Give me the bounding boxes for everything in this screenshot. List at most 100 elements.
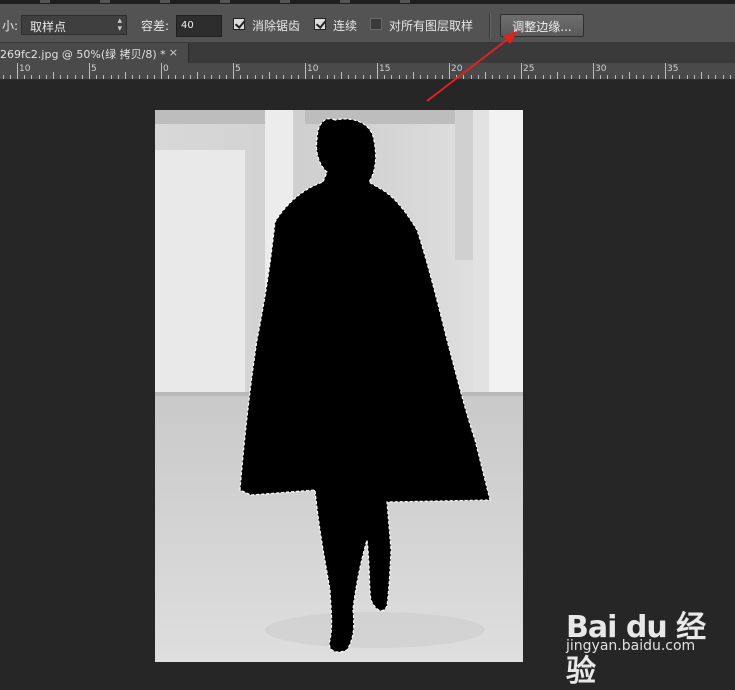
ruler-minor-tick (369, 75, 371, 79)
ruler-minor-tick (67, 75, 69, 79)
ruler-minor-tick (485, 72, 486, 79)
ruler-minor-tick (470, 75, 472, 79)
ruler-minor-tick (240, 75, 242, 79)
ruler-minor-tick (81, 75, 83, 79)
ruler-label: 10 (19, 64, 31, 74)
tolerance-label: 容差: (141, 19, 170, 33)
ruler-minor-tick (362, 75, 364, 79)
ruler-minor-tick (492, 75, 494, 79)
ruler-minor-tick (110, 75, 112, 79)
ruler-minor-tick (549, 75, 551, 79)
ruler-major-tick (233, 63, 234, 79)
ruler-minor-tick (38, 75, 40, 79)
ruler-minor-tick (715, 75, 717, 79)
ruler-minor-tick (96, 75, 98, 79)
ruler-minor-tick (535, 75, 537, 79)
ruler-minor-tick (283, 75, 285, 79)
ruler-major-tick (89, 63, 90, 79)
contiguous-label: 连续 (333, 19, 358, 33)
ruler-minor-tick (629, 72, 630, 79)
anti-alias-checkbox[interactable] (233, 18, 245, 30)
document-tab-bar: 269fc2.jpg @ 50%(绿 拷贝/8) * × (0, 43, 735, 63)
ruler-minor-tick (420, 75, 422, 79)
ruler-minor-tick (326, 75, 328, 79)
ruler-minor-tick (168, 75, 170, 79)
contiguous-checkbox[interactable] (314, 18, 326, 30)
ruler-minor-tick (578, 75, 580, 79)
ruler-minor-tick (571, 75, 573, 79)
ruler-minor-tick (391, 75, 393, 79)
ruler-minor-tick (146, 75, 148, 79)
anti-alias-label: 消除锯齿 (252, 19, 301, 33)
ruler-major-tick (521, 63, 522, 79)
sample-size-label: 小: (2, 19, 19, 33)
ruler-minor-tick (643, 75, 645, 79)
ruler-minor-tick (657, 75, 659, 79)
ruler-minor-tick (341, 72, 342, 79)
ruler-major-tick (377, 63, 378, 79)
ruler-minor-tick (261, 75, 263, 79)
ruler-major-tick (593, 63, 594, 79)
ruler-minor-tick (182, 75, 184, 79)
ruler-label: 0 (163, 64, 169, 74)
ruler-label: 20 (451, 64, 463, 74)
ruler-minor-tick (722, 75, 724, 79)
ruler-minor-tick (441, 75, 443, 79)
ruler-minor-tick (528, 75, 530, 79)
sample-size-value: 取样点 (30, 20, 67, 34)
ruler-minor-tick (9, 75, 11, 79)
ruler-minor-tick (153, 75, 155, 79)
ruler-minor-tick (348, 75, 350, 79)
tool-options-bar: 小: 取样点 ▴ ▾ 容差: 40 消除锯齿 连续 对所有图层取样 调整边缘... (0, 4, 735, 43)
ruler-minor-tick (456, 75, 458, 79)
baidu-watermark: Bai du 经验 jingyan.baidu.com (566, 600, 726, 689)
ruler-minor-tick (405, 75, 407, 79)
close-icon[interactable]: × (169, 46, 178, 59)
document-image[interactable] (155, 110, 523, 662)
document-tab[interactable]: 269fc2.jpg @ 50%(绿 拷贝/8) * × (0, 43, 189, 63)
ruler-minor-tick (564, 75, 566, 79)
horizontal-ruler[interactable]: 1050510152025303540 (0, 63, 735, 80)
ruler-minor-tick (477, 75, 479, 79)
ruler-minor-tick (333, 75, 335, 79)
options-separator (489, 13, 490, 39)
ruler-minor-tick (103, 75, 105, 79)
sample-size-select[interactable]: 取样点 ▴ ▾ (21, 15, 127, 35)
ruler-minor-tick (254, 75, 256, 79)
ruler-minor-tick (557, 72, 558, 79)
ruler-minor-tick (175, 75, 177, 79)
ruler-minor-tick (621, 75, 623, 79)
ruler-minor-tick (585, 75, 587, 79)
ruler-minor-tick (197, 72, 198, 79)
ruler-major-tick (161, 63, 162, 79)
ruler-minor-tick (355, 75, 357, 79)
ruler-minor-tick (542, 75, 544, 79)
refine-edge-button[interactable]: 调整边缘... (500, 14, 584, 37)
ruler-minor-tick (290, 75, 292, 79)
sample-all-layers-checkbox[interactable] (370, 18, 382, 30)
ruler-minor-tick (686, 75, 688, 79)
ruler-minor-tick (614, 75, 616, 79)
ruler-minor-tick (60, 75, 62, 79)
ruler-minor-tick (189, 75, 191, 79)
ruler-label: 30 (595, 64, 607, 74)
ruler-minor-tick (729, 75, 731, 79)
ruler-minor-tick (679, 75, 681, 79)
sample-all-layers-label: 对所有图层取样 (389, 19, 474, 33)
tolerance-input[interactable]: 40 (176, 15, 222, 37)
ruler-minor-tick (31, 75, 33, 79)
ruler-major-tick (665, 63, 666, 79)
ruler-minor-tick (701, 72, 702, 79)
ruler-major-tick (449, 63, 450, 79)
ruler-label: 25 (523, 64, 535, 74)
ruler-minor-tick (53, 72, 54, 79)
ruler-minor-tick (600, 75, 602, 79)
ruler-major-tick (17, 63, 18, 79)
ruler-minor-tick (413, 72, 414, 79)
ruler-minor-tick (434, 75, 436, 79)
ruler-minor-tick (218, 75, 220, 79)
ruler-minor-tick (636, 75, 638, 79)
ruler-minor-tick (204, 75, 206, 79)
ruler-label: 15 (379, 64, 391, 74)
ruler-minor-tick (513, 75, 515, 79)
